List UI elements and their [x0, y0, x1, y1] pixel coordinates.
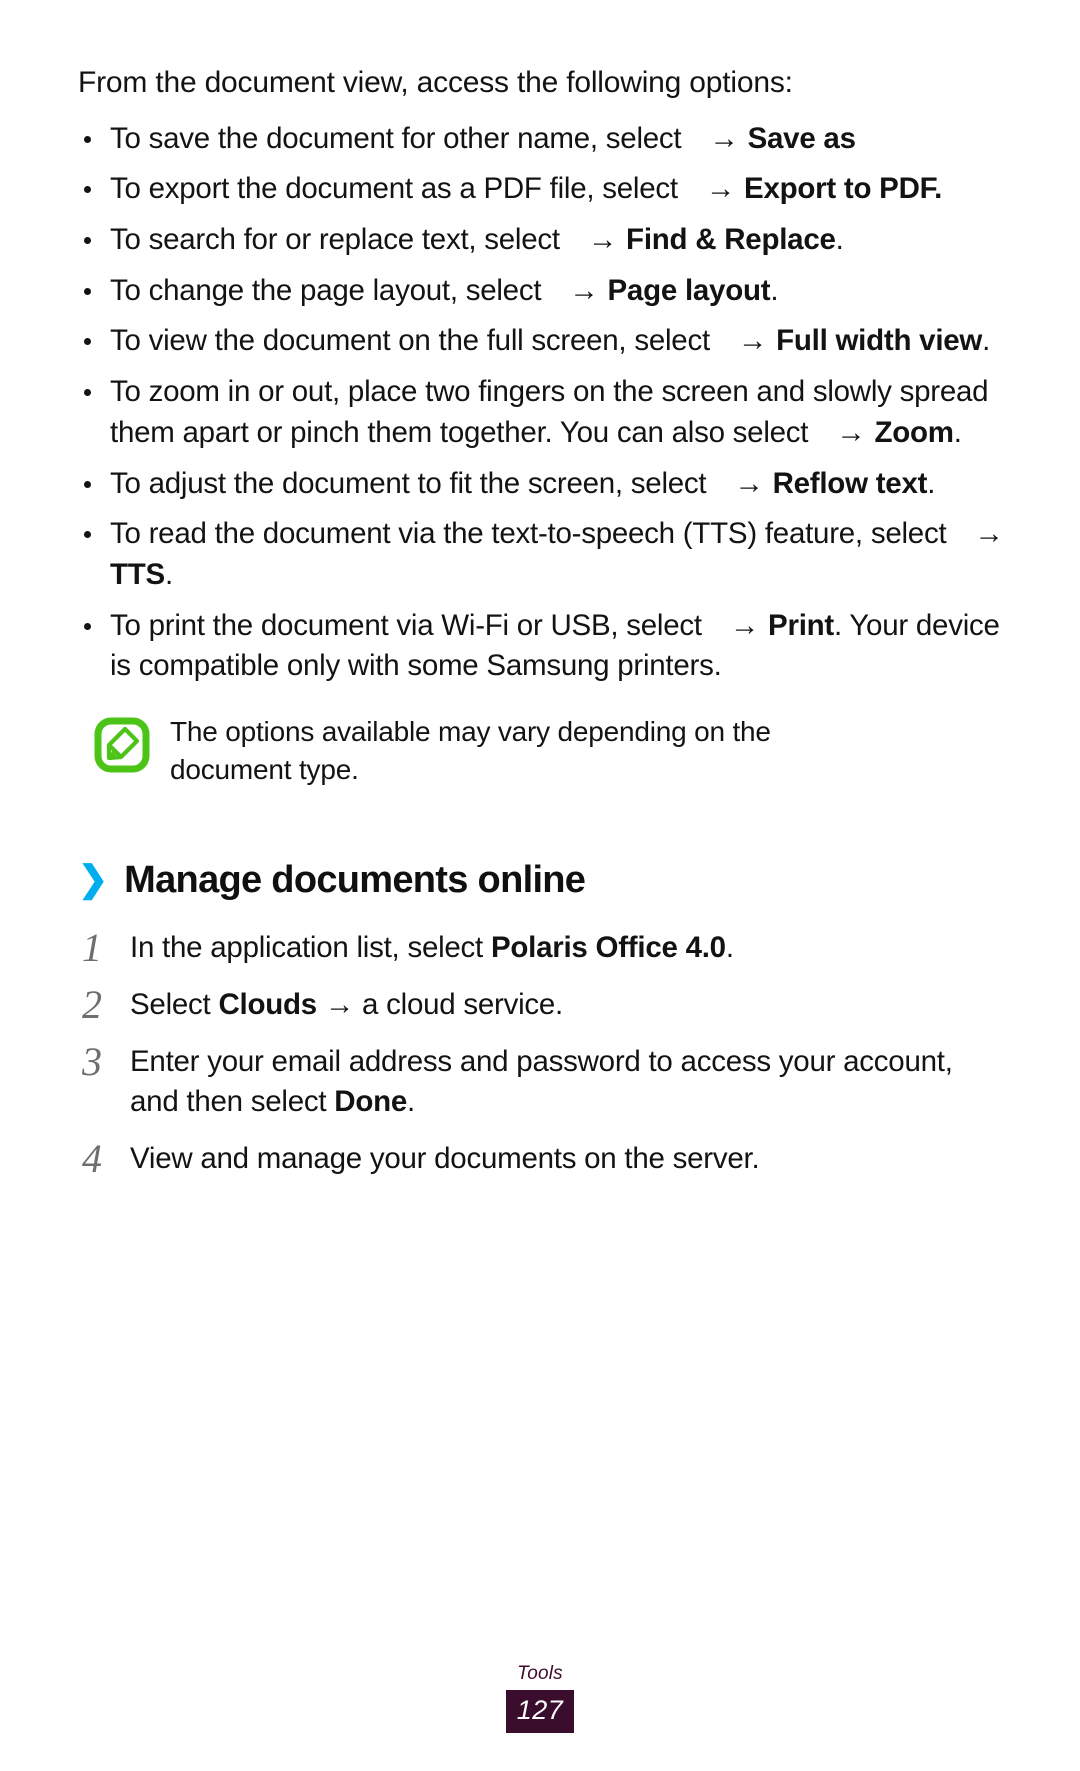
- step-text-post: .: [407, 1085, 415, 1119]
- step-text-post: .: [725, 931, 734, 965]
- list-item: To export the document as a PDF file, se…: [78, 169, 1008, 210]
- bullet-text-pre: To change the page layout, select: [110, 273, 542, 307]
- bullet-text-post: .: [934, 172, 943, 206]
- options-bullet-list: To save the document for other name, sel…: [78, 119, 1008, 687]
- list-item: To zoom in or out, place two fingers on …: [78, 372, 1008, 453]
- step-text-pre: Select: [130, 987, 219, 1021]
- bullet-text-bold: Find & Replace: [626, 223, 836, 256]
- arrow-icon: →: [587, 223, 618, 256]
- list-item: To search for or replace text, select → F…: [78, 220, 1008, 261]
- bullet-text-post: .: [164, 557, 173, 591]
- bullet-text-bold: Page layout: [607, 273, 771, 307]
- arrow-icon: →: [734, 466, 764, 500]
- bullet-text-bold: Full width view: [776, 324, 983, 358]
- list-item: To adjust the document to fit the screen…: [78, 464, 1008, 505]
- chevron-right-icon: ❯: [78, 858, 109, 900]
- list-item: To change the page layout, select → Page …: [78, 271, 1008, 312]
- step-text-pre: In the application list, select: [130, 931, 491, 965]
- bullet-text-pre: To export the document as a PDF file, se…: [110, 172, 678, 206]
- step-text-bold: Clouds: [218, 987, 317, 1021]
- step-number: 3: [82, 1038, 102, 1084]
- bullet-text-pre: To adjust the document to fit the screen…: [110, 466, 707, 500]
- note-text: The options available may vary depending…: [170, 716, 771, 786]
- bullet-text-bold: Zoom: [874, 415, 954, 449]
- page-number-badge: 127: [505, 1690, 575, 1733]
- numbered-steps-list: 1 In the application list, select Polaris…: [78, 925, 1008, 1181]
- bullet-text-pre: To save the document for other name, sel…: [110, 121, 682, 155]
- bullet-text-bold: Export to PDF: [744, 172, 935, 206]
- bullet-text-post: .: [927, 466, 936, 500]
- step-text-bold: Done: [334, 1085, 408, 1119]
- arrow-icon: →: [974, 517, 1004, 551]
- bullet-text-post: .: [982, 324, 991, 358]
- arrow-icon: →: [836, 415, 866, 449]
- page-footer: Tools 127: [0, 1663, 1080, 1733]
- step-text-post: → a cloud service.: [316, 987, 564, 1021]
- bullet-text-post: .: [835, 223, 844, 256]
- arrow-icon: →: [569, 273, 599, 307]
- bullet-text-post: .: [953, 415, 962, 449]
- section-heading: ❯ Manage documents online: [78, 859, 1008, 902]
- note-pen-icon: [94, 717, 150, 773]
- bullet-text-bold: TTS: [110, 557, 165, 591]
- list-item: To save the document for other name, sel…: [78, 119, 1008, 160]
- list-item: To print the document via Wi-Fi or USB, …: [78, 606, 1008, 687]
- step-number: 1: [82, 925, 102, 971]
- step-text-bold: Polaris Office 4.0: [490, 931, 726, 965]
- manual-page: From the document view, access the follo…: [0, 0, 1080, 1771]
- list-item: 1 In the application list, select Polaris…: [78, 925, 1008, 970]
- bullet-text-pre: To view the document on the full screen,…: [110, 324, 710, 358]
- list-item: 2 Select Clouds → a cloud service.: [78, 982, 1008, 1027]
- bullet-text-pre: To print the document via Wi-Fi or USB, …: [110, 608, 702, 642]
- intro-paragraph: From the document view, access the follo…: [78, 66, 793, 99]
- arrow-icon: →: [737, 324, 768, 358]
- bullet-text-pre: To search for or replace text, select: [110, 223, 560, 256]
- arrow-icon: →: [705, 172, 736, 206]
- step-text-pre: View and manage your documents on the se…: [130, 1142, 760, 1175]
- step-number: 2: [82, 981, 102, 1027]
- step-text-pre: Enter your email address and password to…: [130, 1044, 953, 1119]
- footer-section-label: Tools: [517, 1663, 563, 1684]
- note-callout: The options available may vary depending…: [94, 713, 1008, 789]
- list-item: 3 Enter your email address and password t…: [78, 1039, 1008, 1123]
- arrow-icon: →: [709, 121, 739, 155]
- list-item: To view the document on the full screen,…: [78, 321, 1008, 362]
- list-item: 4 View and manage your documents on the s…: [78, 1136, 1008, 1181]
- list-item: To read the document via the text-to-spe…: [78, 514, 1008, 595]
- arrow-icon: →: [729, 608, 760, 642]
- step-number: 4: [82, 1136, 102, 1181]
- page-title: Manage documents online: [124, 859, 586, 902]
- bullet-text-pre: To read the document via the text-to-spe…: [110, 517, 947, 551]
- bullet-text-bold: Print: [768, 608, 834, 642]
- bullet-text-bold: Save as: [747, 121, 856, 155]
- bullet-text-post: .: [770, 273, 779, 307]
- bullet-text-bold: Reflow text: [772, 466, 928, 500]
